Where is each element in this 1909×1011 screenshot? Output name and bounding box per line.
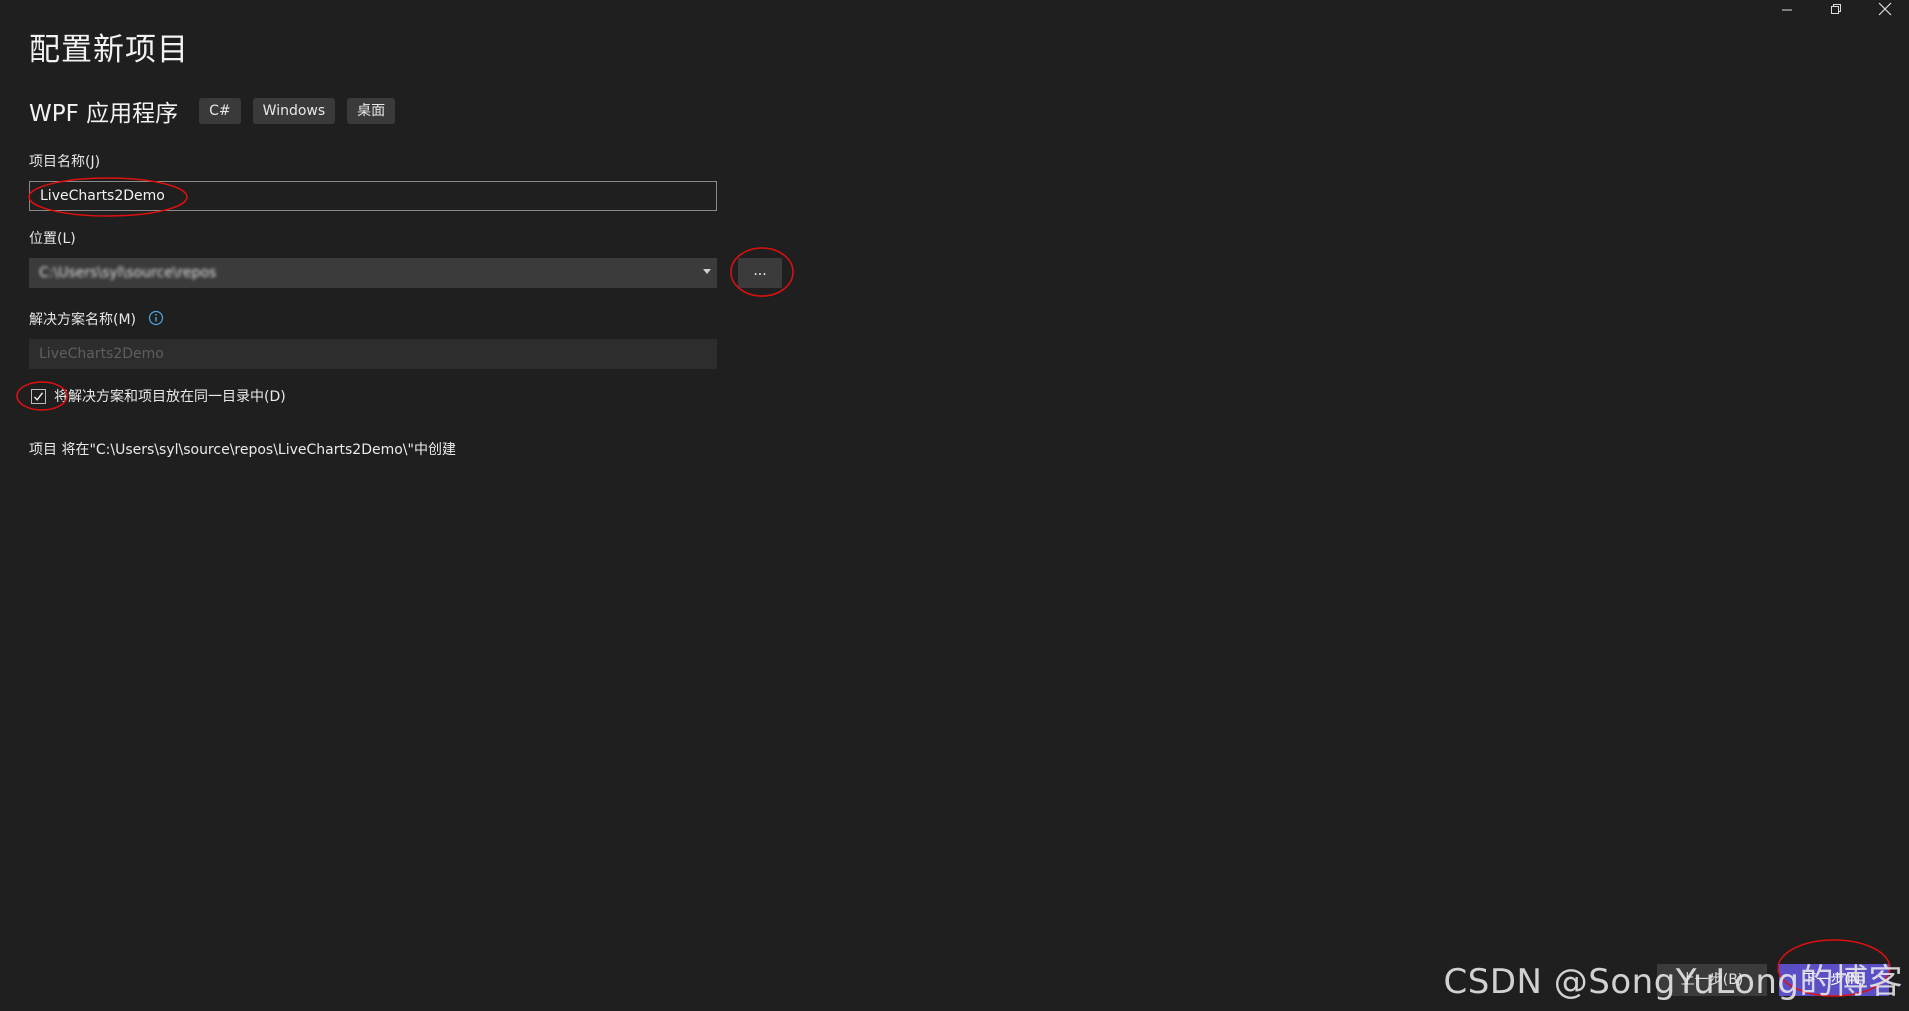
tag-platform: Windows: [252, 98, 336, 124]
window-controls: [1762, 0, 1909, 18]
minimize-icon: [1781, 9, 1792, 11]
project-name-input[interactable]: LiveCharts2Demo: [29, 181, 717, 211]
restore-icon: [1830, 4, 1841, 14]
page-title: 配置新项目: [29, 32, 189, 68]
restore-button[interactable]: [1811, 0, 1860, 18]
same-directory-option[interactable]: 将解决方案和项目放在同一目录中(D): [31, 386, 286, 406]
template-header: WPF 应用程序 C# Windows 桌面: [29, 94, 407, 128]
solution-name-placeholder: LiveCharts2Demo: [39, 346, 164, 362]
location-label: 位置(L): [29, 231, 76, 247]
watermark: CSDN @SongYuLong的博客: [1443, 962, 1903, 1002]
same-directory-checkbox[interactable]: [31, 388, 46, 404]
chevron-down-icon: [703, 269, 711, 274]
location-select[interactable]: C:\Users\syl\source\repos: [29, 258, 717, 288]
browse-button[interactable]: ...: [738, 258, 782, 288]
template-name: WPF 应用程序: [29, 101, 179, 127]
project-path-info: 项目 将在"C:\Users\syl\source\repos\LiveChar…: [29, 442, 456, 458]
solution-name-label-row: 解决方案名称(M): [29, 309, 164, 330]
tag-project-type: 桌面: [347, 98, 396, 124]
close-icon: [1878, 2, 1891, 16]
close-button[interactable]: [1860, 0, 1909, 18]
annotation-overlay: [16, 177, 1891, 997]
info-icon[interactable]: [148, 310, 164, 330]
minimize-button[interactable]: [1762, 0, 1811, 18]
solution-name-label: 解决方案名称(M): [29, 312, 137, 328]
project-name-label: 项目名称(J): [29, 154, 101, 170]
project-name-value: LiveCharts2Demo: [40, 188, 165, 204]
same-directory-label: 将解决方案和项目放在同一目录中(D): [54, 389, 286, 405]
tag-language: C#: [199, 98, 241, 124]
solution-name-input: LiveCharts2Demo: [29, 339, 717, 369]
checkmark-icon: [33, 391, 44, 401]
location-value: C:\Users\syl\source\repos: [39, 265, 217, 281]
configure-project-window: 配置新项目 WPF 应用程序 C# Windows 桌面 项目名称(J) Liv…: [0, 0, 1909, 1011]
